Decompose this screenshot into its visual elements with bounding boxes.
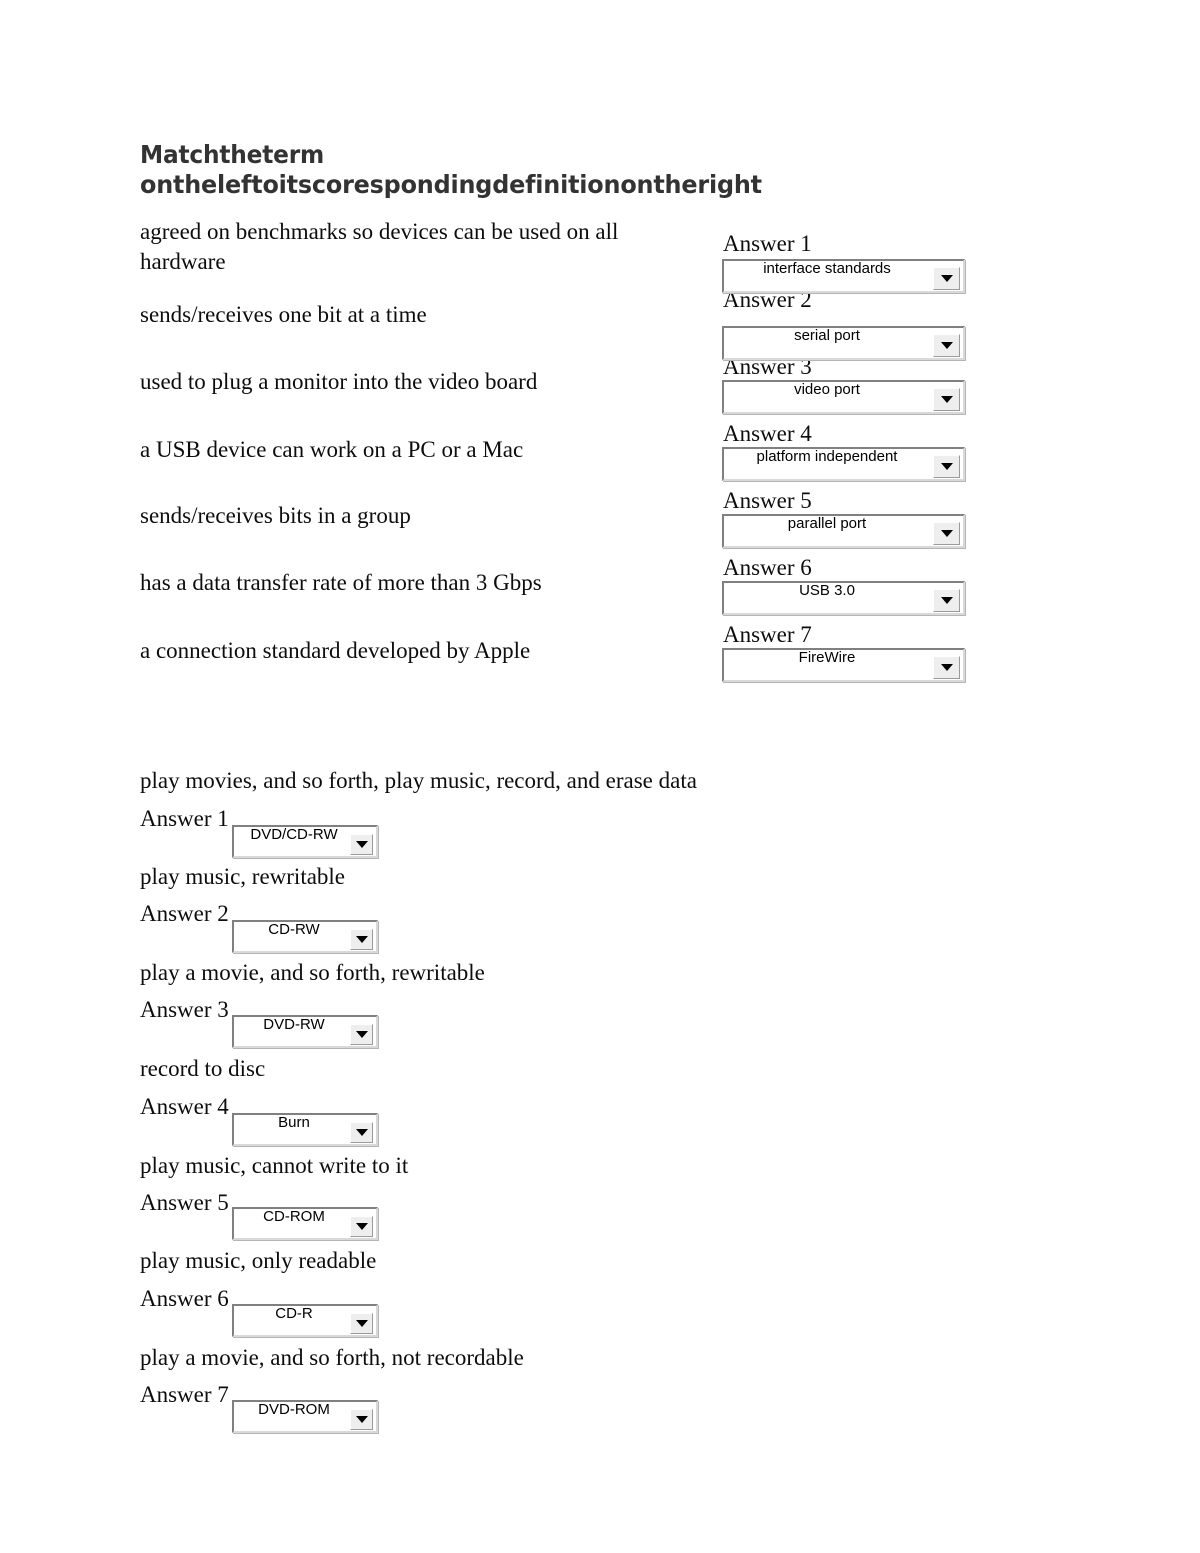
term-text: sends/receives one bit at a time bbox=[140, 302, 427, 327]
chevron-down-icon[interactable] bbox=[350, 929, 373, 950]
chevron-down-icon[interactable] bbox=[933, 455, 960, 478]
answer-label: Answer 6 bbox=[140, 1286, 229, 1311]
disc-dropdown-3[interactable]: DVD-RW bbox=[232, 1015, 378, 1048]
page-title-line-1: Matchtheterm bbox=[140, 140, 325, 169]
term-text: a connection standard developed by Apple bbox=[140, 638, 531, 663]
chevron-down-icon[interactable] bbox=[350, 1313, 373, 1334]
answer-dropdown-1[interactable]: interface standards bbox=[722, 259, 965, 293]
chevron-down-icon[interactable] bbox=[350, 1024, 373, 1045]
term-text: a USB device can work on a PC or a Mac bbox=[140, 437, 524, 462]
disc-dropdown-7[interactable]: DVD-ROM bbox=[232, 1400, 378, 1433]
term-text: agreed on benchmarks so devices can be u… bbox=[140, 219, 619, 274]
term-text: play a movie, and so forth, rewritable bbox=[140, 960, 485, 985]
answer-label: Answer 2 bbox=[140, 901, 229, 926]
disc-dropdown-value: DVD/CD-RW bbox=[250, 826, 338, 843]
answer-dropdown-6[interactable]: USB 3.0 bbox=[722, 581, 965, 615]
answer-dropdown-value: parallel port bbox=[787, 515, 867, 532]
term-text: play a movie, and so forth, not recordab… bbox=[140, 1345, 524, 1370]
disc-dropdown-value: Burn bbox=[278, 1114, 310, 1131]
answer-dropdown-3[interactable]: video port bbox=[722, 380, 965, 414]
chevron-down-icon[interactable] bbox=[350, 1409, 373, 1430]
disc-dropdown-6[interactable]: CD-R bbox=[232, 1304, 378, 1337]
answer-dropdown-2[interactable]: serial port bbox=[722, 326, 965, 360]
term-text: used to plug a monitor into the video bo… bbox=[140, 369, 538, 394]
answer-label: Answer 7 bbox=[723, 622, 812, 647]
disc-dropdown-4[interactable]: Burn bbox=[232, 1113, 378, 1146]
chevron-down-icon[interactable] bbox=[933, 388, 960, 411]
term-text: play music, only readable bbox=[140, 1248, 377, 1273]
term-text: play music, rewritable bbox=[140, 864, 346, 889]
disc-dropdown-1[interactable]: DVD/CD-RW bbox=[232, 825, 378, 858]
answer-dropdown-value: USB 3.0 bbox=[799, 582, 855, 599]
disc-dropdown-2[interactable]: CD-RW bbox=[232, 920, 378, 953]
chevron-down-icon[interactable] bbox=[933, 334, 960, 357]
chevron-down-icon[interactable] bbox=[350, 1122, 373, 1143]
disc-dropdown-value: CD-ROM bbox=[263, 1208, 325, 1225]
chevron-down-icon[interactable] bbox=[933, 656, 960, 679]
chevron-down-icon[interactable] bbox=[350, 1216, 373, 1237]
answer-label: Answer 4 bbox=[140, 1094, 229, 1119]
document-page: Matchtheterm ontheleftoitscorespondingde… bbox=[0, 0, 1200, 1553]
chevron-down-icon[interactable] bbox=[933, 267, 960, 290]
term-text: record to disc bbox=[140, 1056, 266, 1081]
answer-label: Answer 1 bbox=[723, 231, 812, 256]
answer-label: Answer 3 bbox=[140, 997, 229, 1022]
answer-dropdown-5[interactable]: parallel port bbox=[722, 514, 965, 548]
answer-label: Answer 5 bbox=[140, 1190, 229, 1215]
answer-dropdown-value: serial port bbox=[794, 327, 860, 344]
answer-dropdown-value: video port bbox=[794, 381, 860, 398]
disc-dropdown-value: CD-R bbox=[275, 1305, 313, 1322]
term-text: play music, cannot write to it bbox=[140, 1153, 409, 1178]
answer-label: Answer 4 bbox=[723, 421, 812, 446]
chevron-down-icon[interactable] bbox=[350, 834, 373, 855]
chevron-down-icon[interactable] bbox=[933, 589, 960, 612]
term-text: play movies, and so forth, play music, r… bbox=[140, 768, 697, 793]
answer-dropdown-7[interactable]: FireWire bbox=[722, 648, 965, 682]
disc-dropdown-5[interactable]: CD-ROM bbox=[232, 1207, 378, 1240]
page-title: Matchtheterm ontheleftoitscorespondingde… bbox=[140, 140, 1090, 200]
answer-label: Answer 5 bbox=[723, 488, 812, 513]
answer-dropdown-4[interactable]: platform independent bbox=[722, 447, 965, 481]
chevron-down-icon[interactable] bbox=[933, 522, 960, 545]
answer-dropdown-value: interface standards bbox=[763, 260, 891, 277]
answer-label: Answer 6 bbox=[723, 555, 812, 580]
term-text: has a data transfer rate of more than 3 … bbox=[140, 570, 542, 595]
disc-dropdown-value: DVD-ROM bbox=[258, 1401, 330, 1418]
term-text: sends/receives bits in a group bbox=[140, 503, 411, 528]
answer-label: Answer 7 bbox=[140, 1382, 229, 1407]
answer-dropdown-value: FireWire bbox=[798, 649, 856, 666]
page-title-line-2: ontheleftoitscorespondingdefinitiononthe… bbox=[140, 170, 762, 199]
disc-dropdown-value: CD-RW bbox=[268, 921, 320, 938]
disc-dropdown-value: DVD-RW bbox=[263, 1016, 325, 1033]
answer-dropdown-value: platform independent bbox=[756, 448, 898, 465]
answer-label: Answer 1 bbox=[140, 806, 229, 831]
